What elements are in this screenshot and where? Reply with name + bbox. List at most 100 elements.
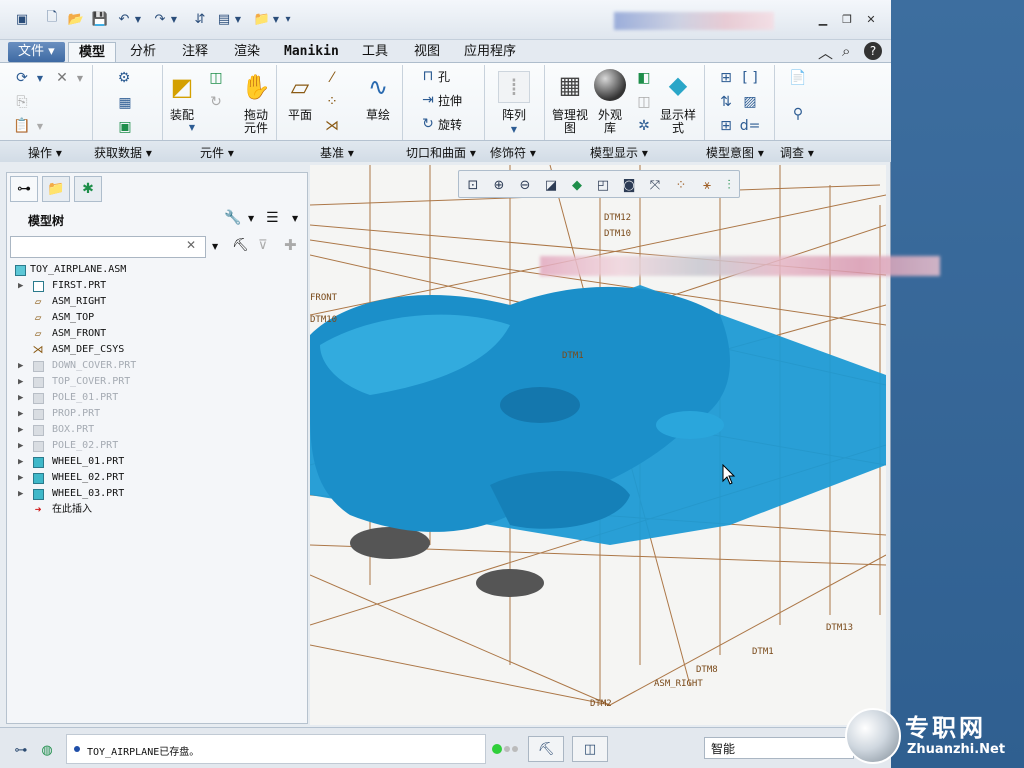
table-icon[interactable]: ⊞ xyxy=(716,117,736,135)
refit-icon[interactable]: ⊡ xyxy=(462,174,484,196)
folder-browser-tab-icon[interactable]: 📁 xyxy=(42,176,70,202)
perspective-view-icon[interactable]: ⤧ xyxy=(644,174,666,196)
find-button[interactable]: ⛏ xyxy=(528,736,564,762)
tree-item[interactable]: ▶ POLE_02.PRT xyxy=(12,438,302,454)
expand-arrow-icon[interactable]: ▶ xyxy=(18,390,23,406)
tab-render[interactable]: 渲染 xyxy=(224,42,270,62)
undo-dropdown-icon[interactable]: ▼ xyxy=(132,9,144,29)
display-settings-icon[interactable]: ✲ xyxy=(634,117,654,135)
tree-item[interactable]: ▶ DOWN_COVER.PRT xyxy=(12,358,302,374)
pattern-icon[interactable]: ⁞ xyxy=(498,71,530,103)
group-model-display[interactable]: 模型显示 ▾ xyxy=(590,144,648,161)
group-cut-and-surface[interactable]: 切口和曲面 ▾ xyxy=(406,144,476,161)
delete-icon[interactable]: ✕ xyxy=(52,69,72,87)
tree-item[interactable]: ➜ 在此插入 xyxy=(12,502,302,518)
redo-icon[interactable]: ↷ xyxy=(150,9,170,29)
select-box-button[interactable]: ◫ xyxy=(572,736,608,762)
copy-icon[interactable]: ⎘ xyxy=(12,93,32,111)
perspective-icon[interactable]: ◫ xyxy=(634,93,654,111)
open-icon[interactable]: 📂 xyxy=(66,9,86,29)
axis-icon[interactable]: ⁄ xyxy=(322,69,342,87)
bill-of-materials-icon[interactable]: 📄 xyxy=(788,69,808,87)
expand-arrow-icon[interactable]: ▶ xyxy=(18,374,23,390)
tab-file[interactable]: 文件 ▾ xyxy=(8,42,65,62)
group-investigate[interactable]: 调查 ▾ xyxy=(780,144,814,161)
regenerate-dropdown-icon[interactable]: ▼ xyxy=(34,69,46,87)
tree-item[interactable]: ▱ ASM_RIGHT xyxy=(12,294,302,310)
family-table-icon[interactable]: ▨ xyxy=(740,93,760,111)
favorites-tab-icon[interactable]: ✱ xyxy=(74,176,102,202)
close-button[interactable]: ✕ xyxy=(862,11,880,27)
tree-item[interactable]: ▶ PROP.PRT xyxy=(12,406,302,422)
selection-filter[interactable]: 智能 xyxy=(704,737,854,759)
tree-item[interactable]: ▱ ASM_TOP xyxy=(12,310,302,326)
group-get-data[interactable]: 获取数据 ▾ xyxy=(94,144,152,161)
extrude-label[interactable]: 拉伸 xyxy=(438,95,468,108)
relations-icon[interactable]: ⊞ xyxy=(716,69,736,87)
user-defined-feature-icon[interactable]: ⚙ xyxy=(114,69,134,87)
tree-item[interactable]: ▶ WHEEL_02.PRT xyxy=(12,470,302,486)
tree-item[interactable]: ▶ WHEEL_01.PRT xyxy=(12,454,302,470)
manage-views-label[interactable]: 管理视 图 xyxy=(548,109,592,135)
regenerate-tool-icon[interactable]: ⟳ xyxy=(12,69,32,87)
group-operations[interactable]: 操作 ▾ xyxy=(28,144,62,161)
windows-icon[interactable]: ▤ xyxy=(214,9,234,29)
expand-arrow-icon[interactable]: ▶ xyxy=(18,358,23,374)
tree-item[interactable]: ▶ POLE_01.PRT xyxy=(12,390,302,406)
pattern-label[interactable]: 阵列 xyxy=(494,109,534,122)
display-style-icon[interactable]: ◆ xyxy=(566,174,588,196)
graphics-area[interactable]: DTM12 DTM10 FRONT DTM10 DTM1 DTM13 DTM1 … xyxy=(310,165,886,725)
drag-components-label[interactable]: 拖动 元件 xyxy=(236,109,276,135)
tree-item[interactable]: ▱ ASM_FRONT xyxy=(12,326,302,342)
tab-manikin[interactable]: Manikin xyxy=(274,42,349,62)
plane-label[interactable]: 平面 xyxy=(280,109,320,122)
spin-center-icon[interactable]: ⚹ xyxy=(696,174,718,196)
group-datum[interactable]: 基准 ▾ xyxy=(320,144,354,161)
window-icon[interactable]: ▣ xyxy=(12,9,32,29)
expand-arrow-icon[interactable]: ▶ xyxy=(18,278,23,294)
navigator-toggle-icon[interactable]: ⊶ xyxy=(10,740,32,760)
expand-arrow-icon[interactable]: ▶ xyxy=(18,470,23,486)
create-component-icon[interactable]: ◫ xyxy=(206,69,226,87)
zoom-out-icon[interactable]: ⊖ xyxy=(514,174,536,196)
extrude-icon[interactable]: ⇥ xyxy=(418,91,438,109)
expand-arrow-icon[interactable]: ▶ xyxy=(18,486,23,502)
expand-arrow-icon[interactable]: ▶ xyxy=(18,438,23,454)
regenerate-icon[interactable]: ⇵ xyxy=(190,9,210,29)
hole-label[interactable]: 孔 xyxy=(438,71,458,84)
display-style-label[interactable]: 显示样 式 xyxy=(656,109,700,135)
save-icon[interactable]: 💾 xyxy=(90,9,110,29)
tab-applications[interactable]: 应用程序 xyxy=(454,42,526,62)
zoom-in-icon[interactable]: ⊕ xyxy=(488,174,510,196)
delete-dropdown-icon[interactable]: ▼ xyxy=(74,69,86,87)
sketch-icon[interactable]: ∿ xyxy=(362,71,394,103)
new-icon[interactable]: 🗋 xyxy=(42,9,62,29)
tab-model[interactable]: 模型 xyxy=(68,42,117,62)
filter-icon[interactable]: ⊽ xyxy=(258,238,268,253)
group-component[interactable]: 元件 ▾ xyxy=(200,144,234,161)
model-tree-tab-icon[interactable]: ⊶ xyxy=(10,176,38,202)
sketch-label[interactable]: 草绘 xyxy=(358,109,398,122)
paste-icon[interactable]: 📋 xyxy=(12,117,32,135)
datum-display-icon[interactable]: ⁘ xyxy=(670,174,692,196)
display-style-icon[interactable]: ◆ xyxy=(662,69,694,101)
windows-dropdown-icon[interactable]: ▼ xyxy=(232,9,244,29)
find-icon[interactable]: ⛏ xyxy=(232,238,249,253)
shrinkwrap-icon[interactable]: ▦ xyxy=(114,93,136,113)
reference-viewer-icon[interactable]: ⚲ xyxy=(788,105,808,123)
folder-dropdown-icon[interactable]: ▼ xyxy=(270,9,282,29)
tree-item[interactable]: ▶ TOP_COVER.PRT xyxy=(12,374,302,390)
search-icon[interactable]: ⌕ xyxy=(842,42,850,60)
expand-arrow-icon[interactable]: ▶ xyxy=(18,422,23,438)
settings-dropdown-icon[interactable]: ▼ xyxy=(248,214,254,223)
coordinate-system-icon[interactable]: ⋊ xyxy=(322,117,342,135)
parameters-icon[interactable]: [ ] xyxy=(740,69,760,87)
search-dropdown-icon[interactable]: ▼ xyxy=(212,242,218,251)
help-icon[interactable]: ? xyxy=(864,42,882,60)
section-icon[interactable]: ◧ xyxy=(634,69,654,87)
tree-item[interactable]: ⋊ ASM_DEF_CSYS xyxy=(12,342,302,358)
revolve-icon[interactable]: ↻ xyxy=(418,115,438,133)
tab-tools[interactable]: 工具 xyxy=(352,42,398,62)
saved-views-icon[interactable]: ◰ xyxy=(592,174,614,196)
tree-item[interactable]: ▶ FIRST.PRT xyxy=(12,278,302,294)
